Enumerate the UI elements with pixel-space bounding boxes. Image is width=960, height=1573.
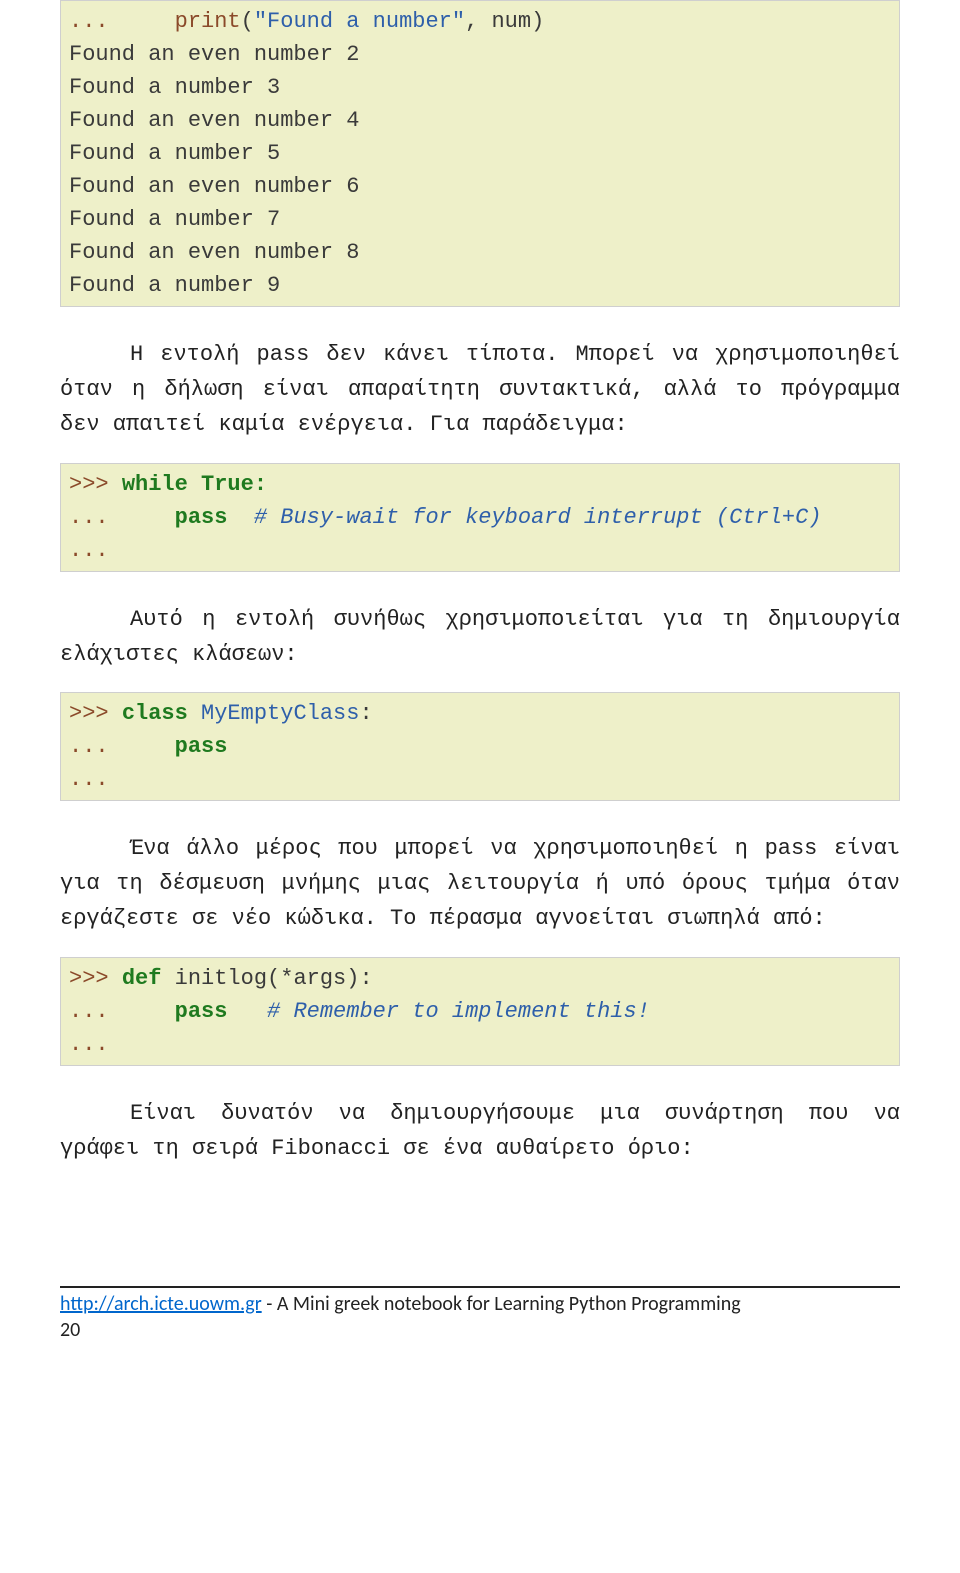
paragraph-4: Είναι δυνατόν να δημιουργήσουμε μια συνά…: [60, 1096, 900, 1166]
prompt: >>>: [69, 701, 122, 726]
code-block-1: ... print("Found a number", num) Found a…: [60, 0, 900, 307]
output-line: Found an even number 4: [69, 108, 359, 133]
code-block-3: >>> class MyEmptyClass: ... pass ...: [60, 692, 900, 801]
string-literal: "Found a number": [254, 9, 465, 34]
class-name: MyEmptyClass: [188, 701, 360, 726]
output-line: Found an even number 8: [69, 240, 359, 265]
prompt: ...: [69, 767, 109, 792]
output-line: Found an even number 6: [69, 174, 359, 199]
code-rest: , num): [465, 9, 544, 34]
kw-pass: pass: [175, 505, 228, 530]
kw-true: True:: [188, 472, 267, 497]
comment: # Remember to implement this!: [227, 999, 649, 1024]
prompt: ...: [69, 999, 175, 1024]
prompt: ...: [69, 505, 175, 530]
kw-class: class: [122, 701, 188, 726]
kw-def: def: [122, 966, 162, 991]
paragraph-2: Αυτό η εντολή συνήθως χρησιμοποιείται γι…: [60, 602, 900, 672]
prompt: >>>: [69, 472, 122, 497]
prompt: >>>: [69, 966, 122, 991]
colon: :: [359, 701, 372, 726]
func-name: initlog(*args):: [161, 966, 372, 991]
output-line: Found a number 9: [69, 273, 280, 298]
print-call: print: [175, 9, 241, 34]
page-number: 20: [60, 1318, 900, 1342]
footer-line: http://arch.icte.uowm.gr - A Mini greek …: [60, 1292, 900, 1316]
footer-text: - A Mini greek notebook for Learning Pyt…: [262, 1292, 741, 1316]
prompt: ...: [69, 1032, 109, 1057]
paragraph-3: Ένα άλλο μέρος που μπορεί να χρησιμοποιη…: [60, 831, 900, 937]
output-line: Found a number 5: [69, 141, 280, 166]
footer-divider: [60, 1286, 900, 1288]
paren: (: [241, 9, 254, 34]
comment: # Busy-wait for keyboard interrupt (Ctrl…: [227, 505, 821, 530]
footer-link[interactable]: http://arch.icte.uowm.gr: [60, 1292, 262, 1316]
page-content: ... print("Found a number", num) Found a…: [0, 0, 960, 1382]
output-line: Found a number 3: [69, 75, 280, 100]
kw-pass: pass: [175, 999, 228, 1024]
prompt: ...: [69, 9, 109, 34]
paragraph-1: Η εντολή pass δεν κάνει τίποτα. Μπορεί ν…: [60, 337, 900, 443]
code-block-4: >>> def initlog(*args): ... pass # Remem…: [60, 957, 900, 1066]
kw-pass: pass: [175, 734, 228, 759]
prompt: ...: [69, 538, 109, 563]
output-line: Found a number 7: [69, 207, 280, 232]
code-block-2: >>> while True: ... pass # Busy-wait for…: [60, 463, 900, 572]
output-line: Found an even number 2: [69, 42, 359, 67]
kw-while: while: [122, 472, 188, 497]
prompt: ...: [69, 734, 175, 759]
